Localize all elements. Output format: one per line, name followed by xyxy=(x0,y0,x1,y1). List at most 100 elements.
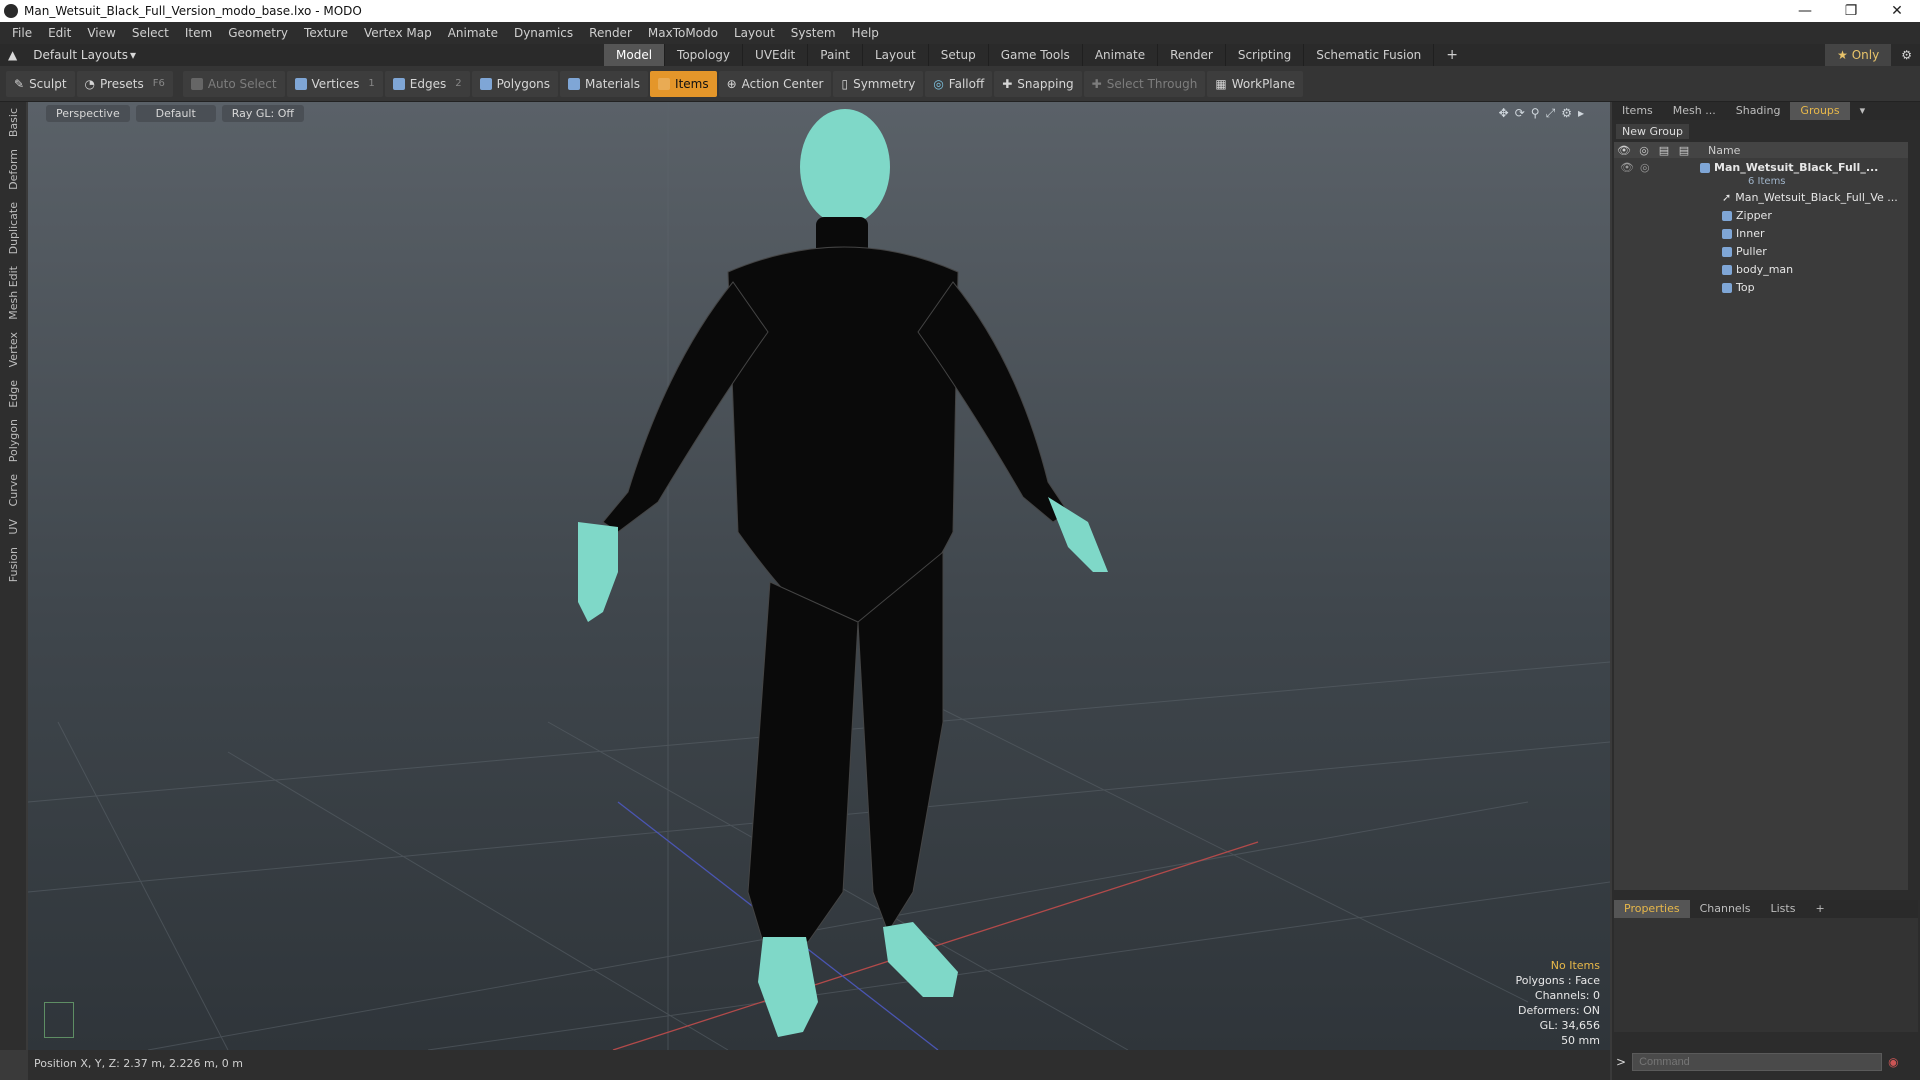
tool-bar: ✎ Sculpt ◔ Presets F6 Auto Select Vertices 1… xyxy=(0,66,1920,102)
tab-properties[interactable]: Properties xyxy=(1614,900,1690,918)
tab-setup[interactable]: Setup xyxy=(929,44,989,66)
menu-item[interactable]: Item xyxy=(177,26,220,40)
left-tab-curve[interactable]: Curve xyxy=(7,468,20,512)
tab-topology[interactable]: Topology xyxy=(665,44,744,66)
layout-toggle-icon[interactable]: ▲ xyxy=(8,48,17,62)
command-input[interactable] xyxy=(1632,1053,1883,1071)
menu-select[interactable]: Select xyxy=(124,26,177,40)
eye-icon[interactable]: 👁 xyxy=(1620,161,1634,174)
menu-view[interactable]: View xyxy=(79,26,123,40)
gear-icon[interactable]: ⚙ xyxy=(1901,48,1912,62)
tab-schematic-fusion[interactable]: Schematic Fusion xyxy=(1304,44,1435,66)
left-tab-basic[interactable]: Basic xyxy=(7,102,20,143)
polygons-button[interactable]: Polygons xyxy=(471,70,559,97)
workplane-button[interactable]: ▦ WorkPlane xyxy=(1207,70,1303,97)
menu-file[interactable]: File xyxy=(4,26,40,40)
record-icon[interactable]: ◉ xyxy=(1888,1055,1898,1069)
tab-animate[interactable]: Animate xyxy=(1083,44,1159,66)
new-group-button[interactable]: New Group xyxy=(1616,124,1689,139)
vertices-button[interactable]: Vertices 1 xyxy=(286,70,383,97)
lock-col-icon[interactable]: ◎ xyxy=(1634,144,1654,157)
menu-dynamics[interactable]: Dynamics xyxy=(506,26,581,40)
tree-row[interactable]: Puller xyxy=(1614,242,1908,260)
tab-paint[interactable]: Paint xyxy=(808,44,863,66)
tab-items[interactable]: Items xyxy=(1612,102,1663,120)
tree-row-root[interactable]: 👁 ◎ Man_Wetsuit_Black_Full_... xyxy=(1614,158,1908,176)
tree-row[interactable]: Inner xyxy=(1614,224,1908,242)
menu-vertex-map[interactable]: Vertex Map xyxy=(356,26,440,40)
menu-render[interactable]: Render xyxy=(581,26,640,40)
tree-row[interactable]: Top xyxy=(1614,278,1908,296)
only-button[interactable]: ★ Only xyxy=(1825,44,1892,66)
tab-model[interactable]: Model xyxy=(604,44,666,66)
close-icon[interactable]: ✕ xyxy=(1874,0,1920,22)
menu-maxtomodo[interactable]: MaxToModo xyxy=(640,26,726,40)
menu-layout[interactable]: Layout xyxy=(726,26,783,40)
select-through-button[interactable]: ✚ Select Through xyxy=(1083,70,1206,97)
menu-animate[interactable]: Animate xyxy=(440,26,506,40)
menu-edit[interactable]: Edit xyxy=(40,26,79,40)
pan-icon[interactable]: ✥ xyxy=(1499,106,1515,120)
left-tab-edge[interactable]: Edge xyxy=(7,374,20,414)
panel-chevron-down-icon[interactable]: ▾ xyxy=(1850,102,1876,120)
menu-geometry[interactable]: Geometry xyxy=(220,26,296,40)
tree-row[interactable]: Zipper xyxy=(1614,206,1908,224)
tab-scripting[interactable]: Scripting xyxy=(1226,44,1305,66)
maximize-icon[interactable]: ⤢ xyxy=(1546,106,1562,120)
3d-viewport[interactable]: Perspective Default Ray GL: Off ✥⟳⚲⤢⚙▸ N… xyxy=(28,102,1610,1050)
row-toggles: 👁 ◎ xyxy=(1614,161,1700,174)
symmetry-icon: ▯ xyxy=(841,76,849,91)
tab-groups[interactable]: Groups xyxy=(1790,102,1850,120)
visibility-col-icon[interactable]: 👁 xyxy=(1614,144,1634,157)
left-tab-duplicate[interactable]: Duplicate xyxy=(7,196,20,260)
vertices-label: Vertices xyxy=(311,76,360,91)
tab-lists[interactable]: Lists xyxy=(1761,900,1806,918)
menu-help[interactable]: Help xyxy=(844,26,887,40)
tab-game-tools[interactable]: Game Tools xyxy=(989,44,1083,66)
menu-system[interactable]: System xyxy=(783,26,844,40)
restore-icon[interactable]: ❐ xyxy=(1828,0,1874,22)
lock-icon[interactable]: ◎ xyxy=(1640,161,1650,174)
falloff-button[interactable]: ◎ Falloff xyxy=(925,70,993,97)
materials-button[interactable]: Materials xyxy=(560,70,649,97)
name-column-header[interactable]: Name xyxy=(1708,144,1740,157)
tab-shading[interactable]: Shading xyxy=(1726,102,1791,120)
tab-mesh[interactable]: Mesh ... xyxy=(1663,102,1726,120)
add-panel-tab-icon[interactable]: + xyxy=(1805,900,1834,918)
snapping-button[interactable]: ✚ Snapping xyxy=(994,70,1082,97)
left-tab-fusion[interactable]: Fusion xyxy=(7,541,20,588)
left-tab-polygon[interactable]: Polygon xyxy=(7,413,20,468)
minimize-icon[interactable]: — xyxy=(1782,0,1828,22)
tab-render[interactable]: Render xyxy=(1158,44,1226,66)
root-group-label: Man_Wetsuit_Black_Full_... xyxy=(1700,161,1908,174)
rotate-icon[interactable]: ⟳ xyxy=(1515,106,1531,120)
symmetry-button[interactable]: ▯ Symmetry xyxy=(833,70,924,97)
tab-channels[interactable]: Channels xyxy=(1690,900,1761,918)
tab-layout[interactable]: Layout xyxy=(863,44,929,66)
layout-selector[interactable]: ▲ Default Layouts ▾ xyxy=(8,48,136,62)
edges-button[interactable]: Edges 2 xyxy=(384,70,470,97)
tree-row[interactable]: body_man xyxy=(1614,260,1908,278)
shading-default-button[interactable]: Default xyxy=(135,105,216,122)
tab-uvedit[interactable]: UVEdit xyxy=(743,44,809,66)
add-tab-icon[interactable]: + xyxy=(1434,44,1470,66)
view-perspective-button[interactable]: Perspective xyxy=(46,105,130,122)
tree-row[interactable]: ➚ Man_Wetsuit_Black_Full_Ve ... xyxy=(1614,188,1908,206)
render-col-icon[interactable]: ▤ xyxy=(1654,144,1674,157)
raygl-button[interactable]: Ray GL: Off xyxy=(221,105,304,122)
items-button[interactable]: Items xyxy=(650,70,717,97)
select-col-icon[interactable]: ▤ xyxy=(1674,144,1694,157)
viewport-arrow-icon[interactable]: ▸ xyxy=(1578,106,1590,120)
left-tab-mesh-edit[interactable]: Mesh Edit xyxy=(7,260,20,326)
zoom-icon[interactable]: ⚲ xyxy=(1531,106,1546,120)
sculpt-button[interactable]: ✎ Sculpt xyxy=(6,70,75,97)
left-tab-uv[interactable]: UV xyxy=(7,513,20,541)
edges-icon xyxy=(392,77,405,90)
auto-select-button[interactable]: Auto Select xyxy=(182,70,285,97)
viewport-gear-icon[interactable]: ⚙ xyxy=(1561,106,1578,120)
menu-texture[interactable]: Texture xyxy=(296,26,356,40)
left-tab-deform[interactable]: Deform xyxy=(7,143,20,196)
left-tab-vertex[interactable]: Vertex xyxy=(7,326,20,373)
presets-button[interactable]: ◔ Presets F6 xyxy=(76,70,173,97)
action-center-button[interactable]: ⊕ Action Center xyxy=(718,70,832,97)
